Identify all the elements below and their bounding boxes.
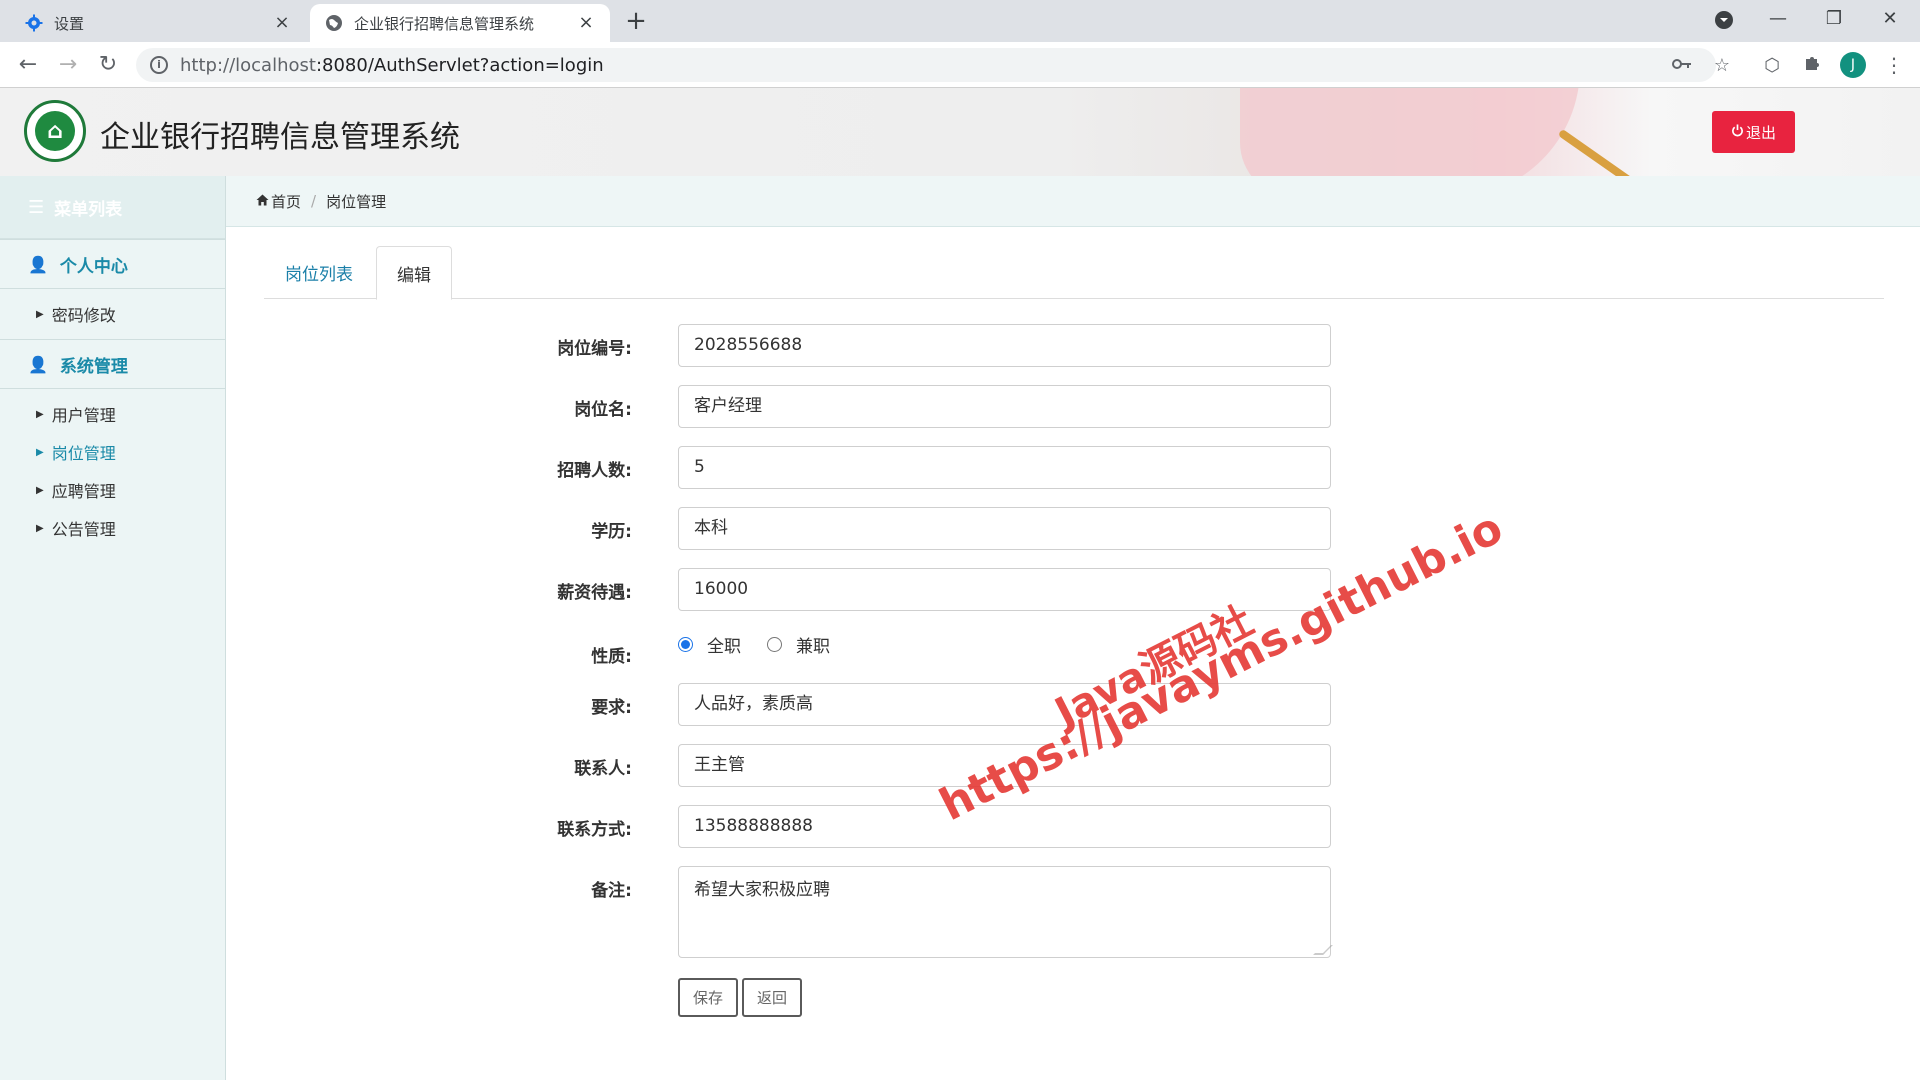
puzzle-icon[interactable] xyxy=(1800,54,1824,78)
more-menu-icon[interactable]: ⋮ xyxy=(1884,54,1904,78)
phone-label: 联系方式: xyxy=(557,820,632,840)
breadcrumb: 首页 / 岗位管理 xyxy=(226,176,1920,227)
sidebar: ☰ 菜单列表 👤 个人中心 ▶ 密码修改 👤 系统管理 ▶ 用户管理 ▶ 岗位管… xyxy=(0,176,226,1080)
sidebar-heading: ☰ 菜单列表 xyxy=(0,176,225,239)
back-arrow-icon[interactable]: ← xyxy=(14,52,42,80)
headcount-label: 招聘人数: xyxy=(557,461,632,481)
job-no-label: 岗位编号: xyxy=(557,339,632,359)
remark-label: 备注: xyxy=(591,881,632,901)
app-header: ⌂ 企业银行招聘信息管理系统 xyxy=(0,88,1920,176)
contact-label: 联系人: xyxy=(574,759,632,779)
caret-right-icon: ▶ xyxy=(36,308,44,320)
caret-right-icon: ▶ xyxy=(36,408,44,420)
header-decoration-stick xyxy=(1557,128,1686,176)
url-text: http://localhost:8080/AuthServlet?action… xyxy=(180,54,604,76)
sidebar-group-system[interactable]: 👤 系统管理 xyxy=(0,339,225,389)
browser-tab-settings[interactable]: 设置 × xyxy=(10,4,306,42)
globe-icon xyxy=(324,13,344,33)
minimize-button[interactable]: — xyxy=(1760,8,1796,34)
sidebar-item-password[interactable]: ▶ 密码修改 xyxy=(0,295,225,333)
back-button[interactable]: 返回 xyxy=(742,978,802,1017)
save-button[interactable]: 保存 xyxy=(678,978,738,1017)
browser-tab-bar: 设置 × 企业银行招聘信息管理系统 × + — ❐ ✕ xyxy=(0,0,1920,42)
breadcrumb-home[interactable]: 首页 xyxy=(271,191,301,212)
reload-icon[interactable]: ↻ xyxy=(94,52,122,80)
radio-parttime[interactable] xyxy=(767,637,782,652)
caret-right-icon: ▶ xyxy=(36,446,44,458)
sidebar-group-personal[interactable]: 👤 个人中心 xyxy=(0,239,225,289)
bookmark-star-icon[interactable]: ☆ xyxy=(1710,54,1734,78)
browser-tab-app[interactable]: 企业银行招聘信息管理系统 × xyxy=(310,4,610,42)
education-label: 学历: xyxy=(591,522,632,542)
info-icon[interactable]: i xyxy=(150,56,168,74)
profile-avatar[interactable]: J xyxy=(1840,52,1866,78)
sidebar-item-applications[interactable]: ▶ 应聘管理 xyxy=(0,471,225,509)
resize-grip-icon[interactable] xyxy=(1313,945,1333,955)
profile-dropdown-icon[interactable] xyxy=(1706,8,1742,34)
salary-label: 薪资待遇: xyxy=(557,583,632,603)
tab-title: 设置 xyxy=(54,14,85,33)
new-tab-button[interactable]: + xyxy=(622,8,650,36)
radio-fulltime[interactable] xyxy=(678,637,693,652)
job-name-field[interactable]: 客户经理 xyxy=(678,385,1331,428)
caret-right-icon: ▶ xyxy=(36,522,44,534)
close-icon[interactable]: × xyxy=(576,13,596,33)
gear-icon xyxy=(24,13,44,33)
radio-parttime-label[interactable]: 兼职 xyxy=(796,632,830,657)
tab-job-list[interactable]: 岗位列表 xyxy=(264,246,374,299)
site-title: 企业银行招聘信息管理系统 xyxy=(100,120,460,155)
user-icon: 👤 xyxy=(28,254,48,274)
headcount-field[interactable]: 5 xyxy=(678,446,1331,489)
sidebar-item-jobs[interactable]: ▶ 岗位管理 xyxy=(0,433,225,471)
requirement-label: 要求: xyxy=(591,698,632,718)
logo: ⌂ xyxy=(24,100,86,162)
remark-textarea[interactable]: 希望大家积极应聘 xyxy=(678,866,1333,958)
tab-edit[interactable]: 编辑 xyxy=(376,246,452,300)
url-field[interactable]: i http://localhost:8080/AuthServlet?acti… xyxy=(136,48,1716,82)
user-icon: 👤 xyxy=(28,354,48,374)
menu-list-icon: ☰ xyxy=(28,196,45,218)
tab-title: 企业银行招聘信息管理系统 xyxy=(354,14,535,33)
header-decoration xyxy=(1240,88,1580,176)
logo-mark: ⌂ xyxy=(35,111,75,151)
job-name-label: 岗位名: xyxy=(574,400,632,420)
caret-right-icon: ▶ xyxy=(36,484,44,496)
logout-button[interactable]: 退出 xyxy=(1712,111,1795,153)
power-icon xyxy=(1731,123,1744,141)
extension-hex-icon[interactable]: ⬡ xyxy=(1760,54,1784,78)
forward-arrow-icon[interactable]: → xyxy=(54,52,82,80)
home-icon xyxy=(256,192,269,210)
address-bar: ← → ↻ i http://localhost:8080/AuthServle… xyxy=(0,42,1920,88)
nature-radio-group: 全职 兼职 xyxy=(678,632,856,657)
requirement-field[interactable]: 人品好，素质高 xyxy=(678,683,1331,726)
breadcrumb-separator: / xyxy=(311,192,317,210)
phone-field[interactable]: 13588888888 xyxy=(678,805,1331,848)
page-tabs: 岗位列表 编辑 xyxy=(264,246,1884,300)
education-field[interactable]: 本科 xyxy=(678,507,1331,550)
remark-text: 希望大家积极应聘 xyxy=(694,880,830,900)
nature-label: 性质: xyxy=(591,647,632,667)
radio-fulltime-label[interactable]: 全职 xyxy=(707,632,741,657)
sidebar-item-users[interactable]: ▶ 用户管理 xyxy=(0,395,225,433)
sidebar-item-announcements[interactable]: ▶ 公告管理 xyxy=(0,509,225,547)
job-no-field[interactable]: 2028556688 xyxy=(678,324,1331,367)
logout-label: 退出 xyxy=(1745,123,1776,142)
key-icon[interactable] xyxy=(1670,54,1694,78)
close-icon[interactable]: × xyxy=(272,13,292,33)
window-close-button[interactable]: ✕ xyxy=(1872,8,1908,34)
restore-button[interactable]: ❐ xyxy=(1816,8,1852,34)
breadcrumb-current: 岗位管理 xyxy=(326,192,387,211)
